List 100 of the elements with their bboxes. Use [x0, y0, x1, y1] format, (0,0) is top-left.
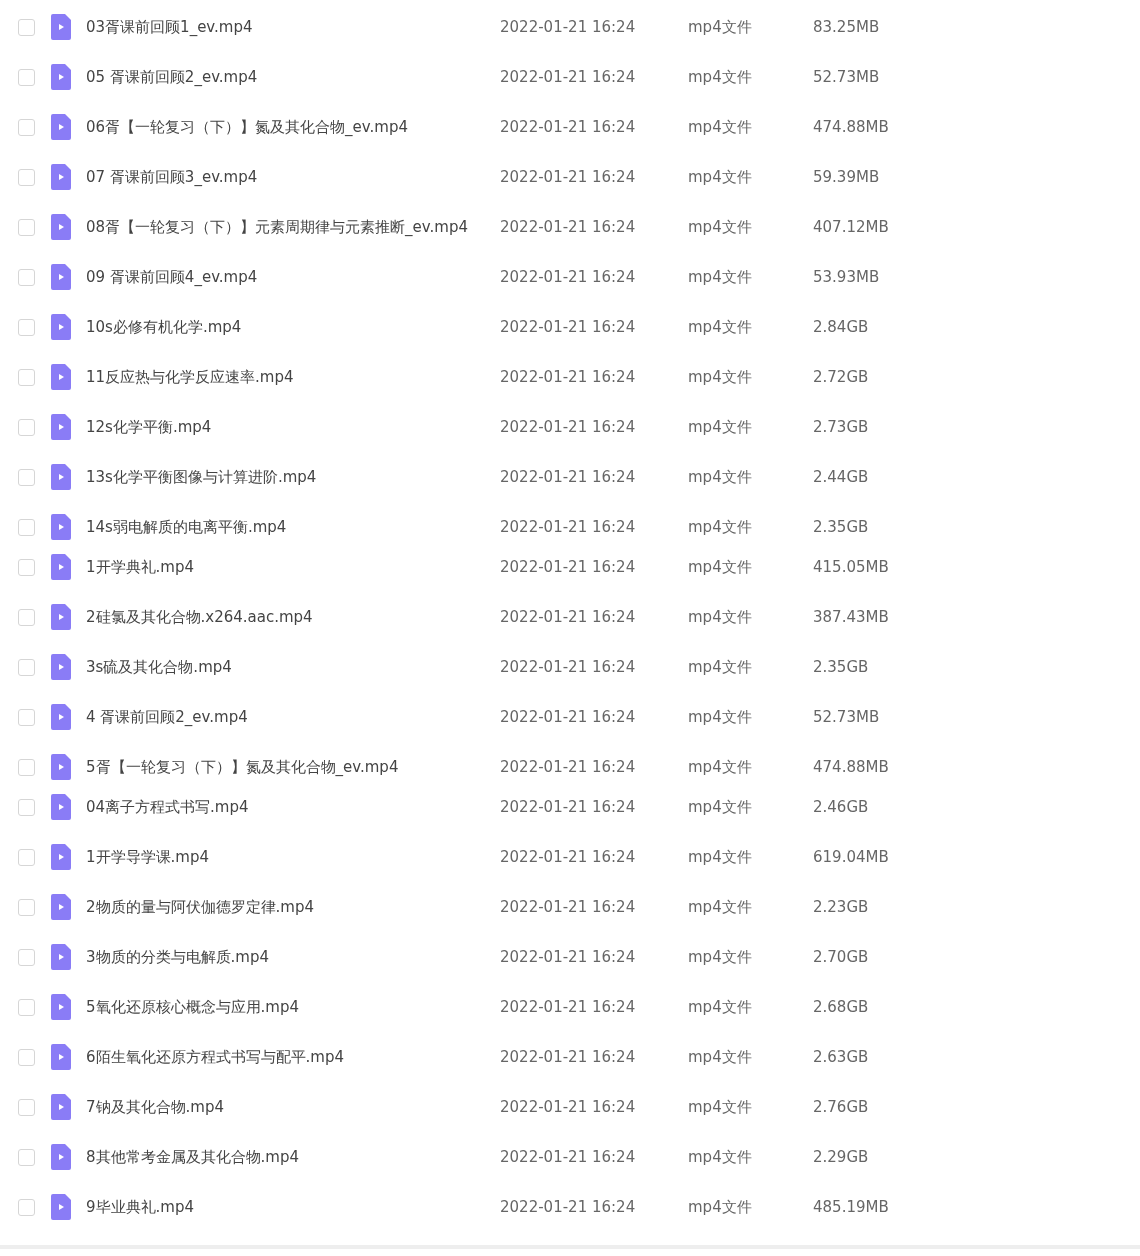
file-size: 2.23GB — [813, 898, 869, 916]
file-name[interactable]: 5胥【一轮复习（下）】氮及其化合物_ev.mp4 — [86, 757, 500, 777]
video-file-icon — [51, 64, 71, 90]
file-name[interactable]: 03胥课前回顾1_ev.mp4 — [86, 17, 500, 37]
file-name[interactable]: 04离子方程式书写.mp4 — [86, 797, 500, 817]
checkbox[interactable] — [18, 268, 35, 286]
file-size: 2.46GB — [813, 798, 869, 816]
checkbox[interactable] — [18, 468, 35, 486]
file-size: 2.29GB — [813, 1148, 869, 1166]
file-type: mp4文件 — [688, 17, 753, 37]
checkbox[interactable] — [18, 798, 35, 816]
file-type: mp4文件 — [688, 607, 753, 627]
file-name[interactable]: 09 胥课前回顾4_ev.mp4 — [86, 267, 500, 287]
file-type: mp4文件 — [688, 217, 753, 237]
file-size: 83.25MB — [813, 18, 880, 36]
video-file-icon — [51, 214, 71, 240]
file-type: mp4文件 — [688, 517, 753, 537]
checkbox[interactable] — [18, 1198, 35, 1216]
video-file-icon — [51, 1194, 71, 1220]
checkbox[interactable] — [18, 1048, 35, 1066]
file-size: 2.35GB — [813, 518, 869, 536]
modified-date: 2022-01-21 16:24 — [500, 218, 637, 236]
file-name[interactable]: 8其他常考金属及其化合物.mp4 — [86, 1147, 500, 1167]
file-size: 415.05MB — [813, 558, 889, 576]
file-name[interactable]: 3物质的分类与电解质.mp4 — [86, 947, 500, 967]
checkbox[interactable] — [18, 708, 35, 726]
file-name[interactable]: 3s硫及其化合物.mp4 — [86, 657, 500, 677]
checkbox[interactable] — [18, 758, 35, 776]
file-size: 2.72GB — [813, 368, 869, 386]
checkbox[interactable] — [18, 658, 35, 676]
modified-date: 2022-01-21 16:24 — [500, 658, 637, 676]
checkbox[interactable] — [18, 118, 35, 136]
file-name[interactable]: 6陌生氧化还原方程式书写与配平.mp4 — [86, 1047, 500, 1067]
file-name[interactable]: 10s必修有机化学.mp4 — [86, 317, 500, 337]
modified-date: 2022-01-21 16:24 — [500, 898, 637, 916]
file-size: 2.73GB — [813, 418, 869, 436]
checkbox[interactable] — [18, 998, 35, 1016]
checkbox[interactable] — [18, 368, 35, 386]
video-file-icon — [51, 944, 71, 970]
video-file-icon — [51, 554, 71, 580]
checkbox[interactable] — [18, 558, 35, 576]
checkbox[interactable] — [18, 518, 35, 536]
checkbox[interactable] — [18, 1148, 35, 1166]
modified-date: 2022-01-21 16:24 — [500, 18, 637, 36]
file-name[interactable]: 2物质的量与阿伏伽德罗定律.mp4 — [86, 897, 500, 917]
modified-date: 2022-01-21 16:24 — [500, 118, 637, 136]
video-file-icon — [51, 604, 71, 630]
file-name[interactable]: 06胥【一轮复习（下）】氮及其化合物_ev.mp4 — [86, 117, 500, 137]
file-name[interactable]: 4 胥课前回顾2_ev.mp4 — [86, 707, 500, 727]
file-name[interactable]: 1开学典礼.mp4 — [86, 557, 500, 577]
file-type: mp4文件 — [688, 1047, 753, 1067]
file-type: mp4文件 — [688, 167, 753, 187]
file-name[interactable]: 7钠及其化合物.mp4 — [86, 1097, 500, 1117]
file-name[interactable]: 1开学导学课.mp4 — [86, 847, 500, 867]
file-name[interactable]: 2硅氯及其化合物.x264.aac.mp4 — [86, 607, 500, 627]
modified-date: 2022-01-21 16:24 — [500, 518, 637, 536]
checkbox[interactable] — [18, 948, 35, 966]
file-name[interactable]: 08胥【一轮复习（下）】元素周期律与元素推断_ev.mp4 — [86, 217, 500, 237]
checkbox[interactable] — [18, 168, 35, 186]
file-size: 59.39MB — [813, 168, 880, 186]
file-type: mp4文件 — [688, 1197, 753, 1217]
file-type: mp4文件 — [688, 267, 753, 287]
checkbox[interactable] — [18, 848, 35, 866]
file-name[interactable]: 11反应热与化学反应速率.mp4 — [86, 367, 500, 387]
file-name[interactable]: 12s化学平衡.mp4 — [86, 417, 500, 437]
file-type: mp4文件 — [688, 367, 753, 387]
file-size: 387.43MB — [813, 608, 889, 626]
file-name[interactable]: 9毕业典礼.mp4 — [86, 1197, 500, 1217]
checkbox[interactable] — [18, 608, 35, 626]
video-file-icon — [51, 894, 71, 920]
file-name[interactable]: 14s弱电解质的电离平衡.mp4 — [86, 517, 500, 537]
video-file-icon — [51, 314, 71, 340]
modified-date: 2022-01-21 16:24 — [500, 168, 637, 186]
file-type: mp4文件 — [688, 797, 753, 817]
file-name[interactable]: 5氧化还原核心概念与应用.mp4 — [86, 997, 500, 1017]
checkbox[interactable] — [18, 318, 35, 336]
video-file-icon — [51, 794, 71, 820]
file-size: 474.88MB — [813, 118, 889, 136]
checkbox[interactable] — [18, 68, 35, 86]
file-size: 53.93MB — [813, 268, 880, 286]
checkbox[interactable] — [18, 1098, 35, 1116]
checkbox[interactable] — [18, 18, 35, 36]
modified-date: 2022-01-21 16:24 — [500, 418, 637, 436]
modified-date: 2022-01-21 16:24 — [500, 948, 637, 966]
file-type: mp4文件 — [688, 657, 753, 677]
file-type: mp4文件 — [688, 707, 753, 727]
video-file-icon — [51, 14, 71, 40]
file-name[interactable]: 13s化学平衡图像与计算进阶.mp4 — [86, 467, 500, 487]
checkbox[interactable] — [18, 898, 35, 916]
checkbox[interactable] — [18, 218, 35, 236]
file-name[interactable]: 05 胥课前回顾2_ev.mp4 — [86, 67, 500, 87]
file-type: mp4文件 — [688, 467, 753, 487]
file-type: mp4文件 — [688, 757, 753, 777]
file-size: 2.84GB — [813, 318, 869, 336]
file-size: 2.68GB — [813, 998, 869, 1016]
checkbox[interactable] — [18, 418, 35, 436]
file-name[interactable]: 07 胥课前回顾3_ev.mp4 — [86, 167, 500, 187]
modified-date: 2022-01-21 16:24 — [500, 608, 637, 626]
video-file-icon — [51, 464, 71, 490]
modified-date: 2022-01-21 16:24 — [500, 758, 637, 776]
